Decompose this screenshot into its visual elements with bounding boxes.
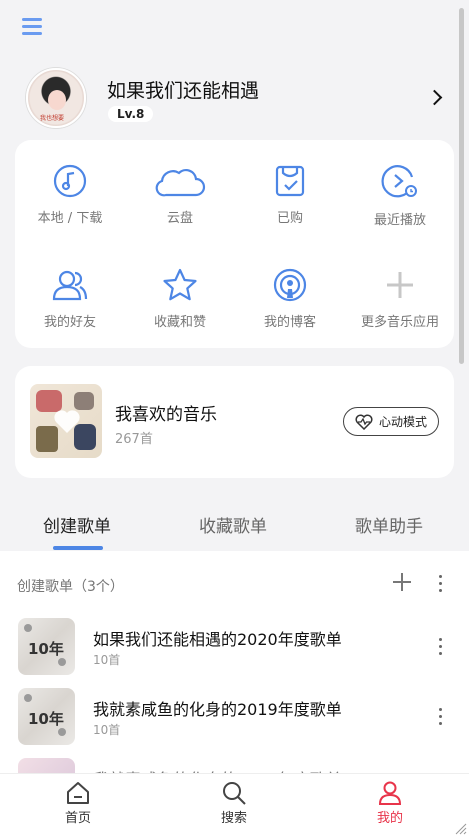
heart-icon bbox=[54, 410, 80, 433]
favorite-count: 267首 bbox=[115, 432, 153, 447]
playlist-more-icon[interactable] bbox=[439, 708, 443, 729]
chevron-right-icon[interactable] bbox=[426, 89, 443, 106]
level-badge: Lv.8 bbox=[108, 106, 154, 122]
playlist-more-icon[interactable] bbox=[439, 638, 443, 659]
username: 如果我们还能相遇 bbox=[107, 80, 260, 102]
tab-assistant[interactable]: 歌单助手 bbox=[355, 512, 423, 537]
favorite-title: 我喜欢的音乐 bbox=[115, 405, 217, 425]
playlist-title: 我就素咸鱼的化身的2019年度歌单 bbox=[93, 700, 342, 719]
tab-indicator bbox=[53, 546, 103, 550]
scrollbar[interactable] bbox=[459, 8, 464, 364]
favorite-music-card[interactable]: 我喜欢的音乐 267首 心动模式 bbox=[15, 366, 454, 478]
resize-grip-icon[interactable] bbox=[453, 821, 467, 835]
add-playlist-icon[interactable] bbox=[393, 573, 411, 591]
grid-item-local-download[interactable]: 本地 / 下载 bbox=[15, 164, 125, 226]
heartbeat-icon bbox=[355, 414, 373, 430]
search-icon bbox=[223, 782, 246, 805]
grid-item-purchased[interactable]: 已购 bbox=[235, 164, 345, 226]
section-more-icon[interactable] bbox=[439, 575, 443, 596]
recent-play-icon bbox=[381, 165, 417, 198]
cloud-icon bbox=[155, 168, 206, 197]
avatar-tag: 我也想要 bbox=[40, 115, 65, 122]
friends-icon bbox=[52, 270, 88, 301]
nav-mine[interactable]: 我的 bbox=[350, 780, 430, 826]
tab-created[interactable]: 创建歌单 bbox=[43, 512, 111, 537]
music-note-icon bbox=[53, 164, 87, 198]
favorite-cover bbox=[30, 384, 102, 458]
profile-header[interactable]: 我也想要 如果我们还能相遇 Lv.8 bbox=[26, 68, 446, 132]
tab-collected[interactable]: 收藏歌单 bbox=[199, 512, 267, 537]
playlist-cover: 10年 bbox=[18, 688, 75, 745]
playlist-count: 10首 bbox=[93, 653, 121, 667]
user-icon bbox=[378, 781, 402, 805]
nav-home[interactable]: 首页 bbox=[38, 780, 118, 826]
playlist-row[interactable]: 10年 如果我们还能相遇的2020年度歌单 10首 bbox=[0, 618, 469, 676]
plus-icon bbox=[387, 272, 413, 298]
grid-item-podcast[interactable]: 我的博客 bbox=[235, 268, 345, 330]
podcast-icon bbox=[273, 268, 307, 302]
playlist-section: 创建歌单（3个） 10年 如果我们还能相遇的2020年度歌单 10首 10年 我… bbox=[0, 551, 469, 781]
purchase-bag-icon bbox=[275, 165, 305, 197]
heartbeat-mode-button[interactable]: 心动模式 bbox=[343, 407, 439, 436]
star-icon bbox=[163, 268, 197, 301]
avatar[interactable]: 我也想要 bbox=[26, 68, 86, 128]
menu-icon[interactable] bbox=[22, 18, 42, 36]
grid-item-friends[interactable]: 我的好友 bbox=[15, 268, 125, 330]
grid-item-more-apps[interactable]: 更多音乐应用 bbox=[345, 268, 455, 330]
playlist-row[interactable]: 10年 我就素咸鱼的化身的2019年度歌单 10首 bbox=[0, 688, 469, 746]
playlist-cover: 10年 bbox=[18, 618, 75, 675]
grid-item-cloud[interactable]: 云盘 bbox=[125, 164, 235, 226]
nav-search[interactable]: 搜索 bbox=[194, 780, 274, 826]
playlist-count: 10首 bbox=[93, 723, 121, 737]
grid-item-favorites[interactable]: 收藏和赞 bbox=[125, 268, 235, 330]
grid-item-recent[interactable]: 最近播放 bbox=[345, 164, 455, 228]
playlist-tabs: 创建歌单 收藏歌单 歌单助手 bbox=[0, 500, 469, 550]
playlist-title: 如果我们还能相遇的2020年度歌单 bbox=[93, 630, 342, 649]
shortcut-grid: 本地 / 下载 云盘 已购 最近播放 我的好友 收藏和赞 我的博客 更多音乐应用 bbox=[15, 140, 454, 348]
home-icon bbox=[67, 782, 89, 804]
section-title: 创建歌单（3个） bbox=[17, 579, 124, 595]
bottom-navigation: 首页 搜索 我的 bbox=[0, 773, 469, 837]
